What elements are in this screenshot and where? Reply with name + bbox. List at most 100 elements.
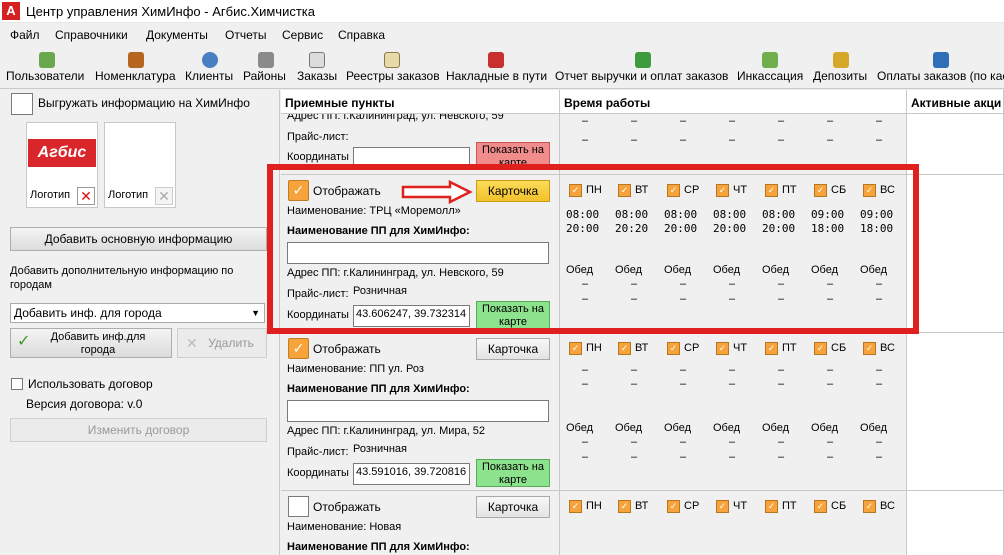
row3-actions xyxy=(907,491,1004,555)
dash: – xyxy=(778,436,785,448)
menu-reports[interactable]: Отчеты xyxy=(225,28,266,42)
header-actions[interactable]: Активные акци xyxy=(907,90,1004,114)
delete-logo2-icon[interactable]: ✕ xyxy=(155,187,173,205)
row3-day-thu-checkbox[interactable]: ✓ xyxy=(716,500,729,513)
row0-coords-field[interactable] xyxy=(353,147,470,167)
row2-day-tue-checkbox[interactable]: ✓ xyxy=(618,342,631,355)
row1-day-sun-checkbox[interactable]: ✓ xyxy=(863,184,876,197)
row1-day-fri-checkbox[interactable]: ✓ xyxy=(765,184,778,197)
menu-file[interactable]: Файл xyxy=(10,28,40,42)
row3-day-fri: ПТ xyxy=(782,500,797,512)
row2-day-wed: СР xyxy=(684,342,700,354)
toolbar-clients-button[interactable]: Клиенты xyxy=(185,50,235,88)
toolbar-districts-button[interactable]: Районы xyxy=(243,50,289,88)
row3-day-tue-checkbox[interactable]: ✓ xyxy=(618,500,631,513)
row2-points: ✓ Отображать Карточка Наименование: ПП у… xyxy=(281,333,560,491)
company-logo: Агбис xyxy=(28,139,96,167)
row2-day-fri-checkbox[interactable]: ✓ xyxy=(765,342,778,355)
row1-lunch-thu: Обед xyxy=(713,264,741,276)
row2-card-button[interactable]: Карточка xyxy=(476,338,550,360)
row2-day-sat-checkbox[interactable]: ✓ xyxy=(814,342,827,355)
items-icon xyxy=(128,52,144,68)
row1-close-mon: 20:00 xyxy=(566,222,600,235)
row1-day-wed-checkbox[interactable]: ✓ xyxy=(667,184,680,197)
add-city-info-button[interactable]: ✓ Добавить инф.для города xyxy=(10,328,172,358)
delete-city-info-button[interactable]: ✕ Удалить xyxy=(177,328,267,358)
delete-label: Удалить xyxy=(208,336,254,350)
toolbar-revenue-report-button[interactable]: Отчет выручки и оплат заказов xyxy=(555,50,730,88)
row1-day-thu-checkbox[interactable]: ✓ xyxy=(716,184,729,197)
menu-references[interactable]: Справочники xyxy=(55,28,128,42)
row1-day-sat: СБ xyxy=(831,184,847,196)
toolbar-deposits-button[interactable]: Депозиты xyxy=(813,50,869,88)
row3-day-mon-checkbox[interactable]: ✓ xyxy=(569,500,582,513)
dash: – xyxy=(680,378,687,390)
row1-day-tue-checkbox[interactable]: ✓ xyxy=(618,184,631,197)
toolbar-users-button[interactable]: Пользователи xyxy=(6,50,88,88)
toolbar: Пользователи Номенклатура Клиенты Районы… xyxy=(0,47,1004,89)
delete-logo1-icon[interactable]: ✕ xyxy=(77,187,95,205)
row2-coords-field[interactable]: 43.591016, 39.720816 xyxy=(353,463,470,485)
registers-icon xyxy=(384,52,400,68)
row1-name-hi-input[interactable] xyxy=(287,242,549,264)
toolbar-items-button[interactable]: Номенклатура xyxy=(95,50,177,88)
deposit-icon xyxy=(833,52,849,68)
use-contract-checkbox[interactable] xyxy=(11,378,23,390)
row1-day-mon-checkbox[interactable]: ✓ xyxy=(569,184,582,197)
logo2-label: Логотип xyxy=(108,189,149,201)
row3-day-fri-checkbox[interactable]: ✓ xyxy=(765,500,778,513)
dash: – xyxy=(680,278,687,290)
row2-day-sun-checkbox[interactable]: ✓ xyxy=(863,342,876,355)
toolbar-items-label: Номенклатура xyxy=(95,69,176,83)
change-contract-button[interactable]: Изменить договор xyxy=(10,418,267,442)
row2-day-wed-checkbox[interactable]: ✓ xyxy=(667,342,680,355)
toolbar-registers-button[interactable]: Реестры заказов xyxy=(346,50,440,88)
city-select[interactable]: Добавить инф. для города ▼ xyxy=(10,303,265,323)
toolbar-collection-button[interactable]: Инкассация xyxy=(737,50,803,88)
row1-map-button[interactable]: Показать на карте xyxy=(476,301,550,329)
row2-coords-label: Координаты xyxy=(287,467,349,479)
toolbar-collection-label: Инкассация xyxy=(737,69,804,83)
row1-day-sat-checkbox[interactable]: ✓ xyxy=(814,184,827,197)
row2-day-thu-checkbox[interactable]: ✓ xyxy=(716,342,729,355)
row1-name: Наименование: ТРЦ «Моремолл» xyxy=(287,205,461,217)
row3-day-sat-checkbox[interactable]: ✓ xyxy=(814,500,827,513)
toolbar-orders-button[interactable]: Заказы xyxy=(297,50,337,88)
row3-day-wed-checkbox[interactable]: ✓ xyxy=(667,500,680,513)
dash: – xyxy=(729,436,736,448)
export-checkbox[interactable] xyxy=(11,93,33,115)
row2-map-button[interactable]: Показать на карте xyxy=(476,459,550,487)
menu-service[interactable]: Сервис xyxy=(282,28,323,42)
row3-show-checkbox[interactable] xyxy=(288,496,309,517)
dash: – xyxy=(582,293,589,305)
payment-icon xyxy=(932,52,949,68)
row3-card-button[interactable]: Карточка xyxy=(476,496,550,518)
row1-card-button[interactable]: Карточка xyxy=(476,180,550,202)
city-select-value: Добавить инф. для города xyxy=(14,306,162,320)
row3-day-sun-checkbox[interactable]: ✓ xyxy=(863,500,876,513)
toolbar-waybills-button[interactable]: Накладные в пути xyxy=(446,50,548,88)
row2-day-mon-checkbox[interactable]: ✓ xyxy=(569,342,582,355)
toolbar-payments-button[interactable]: Оплаты заказов (по кас xyxy=(877,50,1004,88)
dash: – xyxy=(582,134,589,146)
dash: – xyxy=(827,278,834,290)
row3-day-sun: ВС xyxy=(880,500,895,512)
header-points[interactable]: Приемные пункты xyxy=(281,90,560,114)
row3-day-thu: ЧТ xyxy=(733,500,748,512)
row1-coords-field[interactable]: 43.606247, 39.732314 xyxy=(353,305,470,327)
dash: – xyxy=(827,451,834,463)
dash: – xyxy=(827,364,834,376)
logo1-label: Логотип xyxy=(30,189,71,201)
row2-name-hi-input[interactable] xyxy=(287,400,549,422)
row1-show-checkbox[interactable]: ✓ xyxy=(288,180,309,201)
header-hours[interactable]: Время работы xyxy=(560,90,907,114)
settings-panel: Выгружать информацию на ХимИнфо Агбис Ло… xyxy=(0,90,280,555)
dash: – xyxy=(680,451,687,463)
menu-help[interactable]: Справка xyxy=(338,28,385,42)
row0-map-button[interactable]: Показать на карте xyxy=(476,142,550,170)
row2-show-checkbox[interactable]: ✓ xyxy=(288,338,309,359)
add-main-info-button[interactable]: Добавить основную информацию xyxy=(10,227,267,251)
dash: – xyxy=(876,115,883,127)
menu-documents[interactable]: Документы xyxy=(146,28,208,42)
toolbar-waybills-label: Накладные в пути xyxy=(446,69,548,83)
